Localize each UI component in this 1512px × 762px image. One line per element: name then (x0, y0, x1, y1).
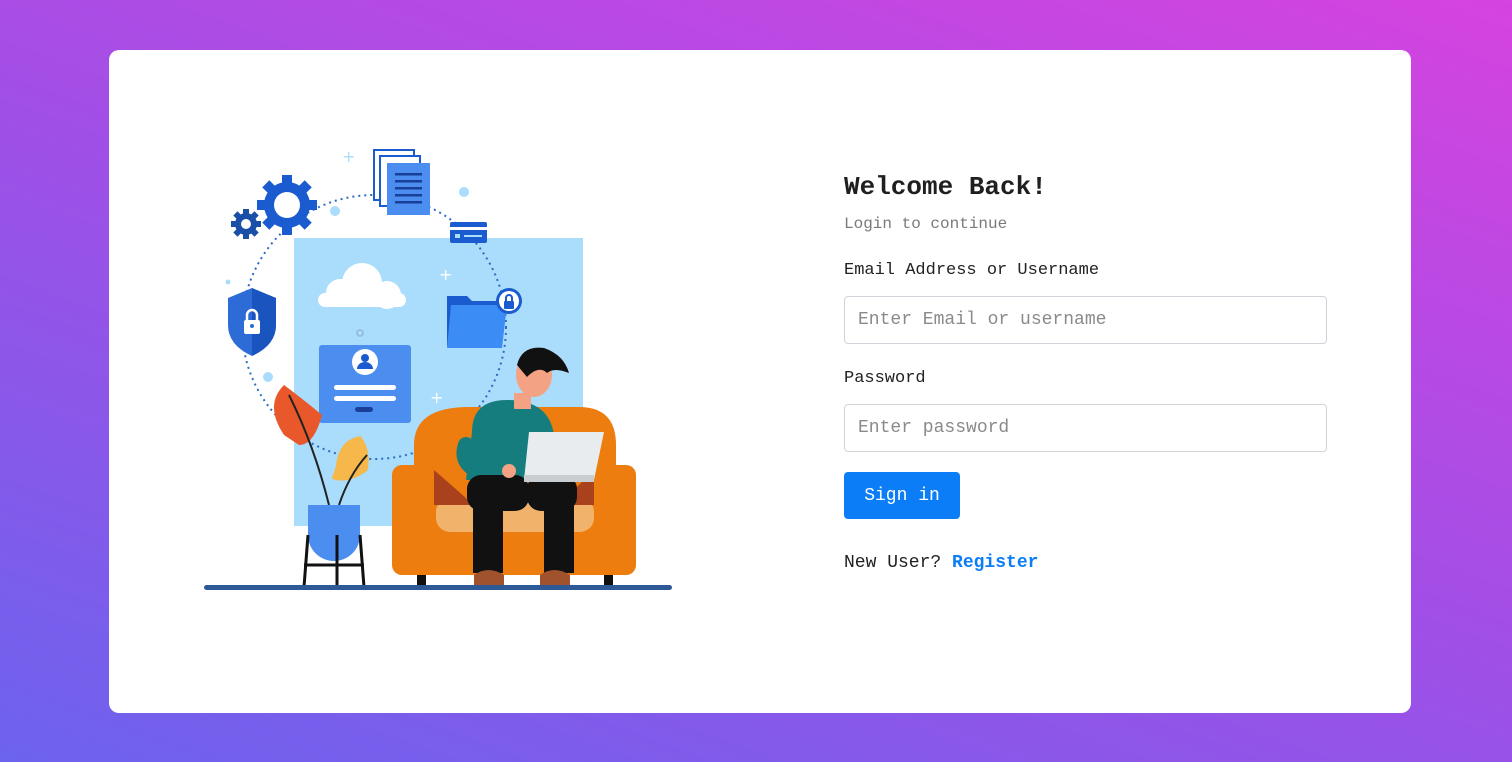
svg-text:+: + (342, 147, 355, 166)
card-icon (450, 222, 487, 243)
shield-lock-icon (228, 288, 276, 356)
register-prompt: New User? Register (844, 551, 1327, 575)
password-field[interactable] (844, 404, 1327, 452)
page-title: Welcome Back! (844, 172, 1047, 202)
password-label: Password (844, 369, 926, 388)
page-subtitle: Login to continue (844, 215, 1008, 233)
svg-text:+: + (439, 265, 452, 284)
login-form-icon (319, 345, 411, 423)
login-card: + + + Welcome Back! Login to continue Em… (109, 50, 1411, 713)
documents-icon (373, 149, 430, 215)
login-illustration: + + + (204, 147, 672, 590)
register-link[interactable]: Register (952, 553, 1038, 573)
small-gear-icon (231, 209, 261, 239)
floor-line (204, 585, 672, 590)
email-field[interactable] (844, 296, 1327, 344)
sign-in-button[interactable]: Sign in (844, 472, 960, 519)
email-label: Email Address or Username (844, 261, 1100, 280)
new-user-text: New User? (844, 553, 942, 573)
svg-text:+: + (430, 388, 443, 407)
login-form: Welcome Back! Login to continue Email Ad… (844, 170, 1327, 575)
gear-icon (257, 175, 317, 235)
